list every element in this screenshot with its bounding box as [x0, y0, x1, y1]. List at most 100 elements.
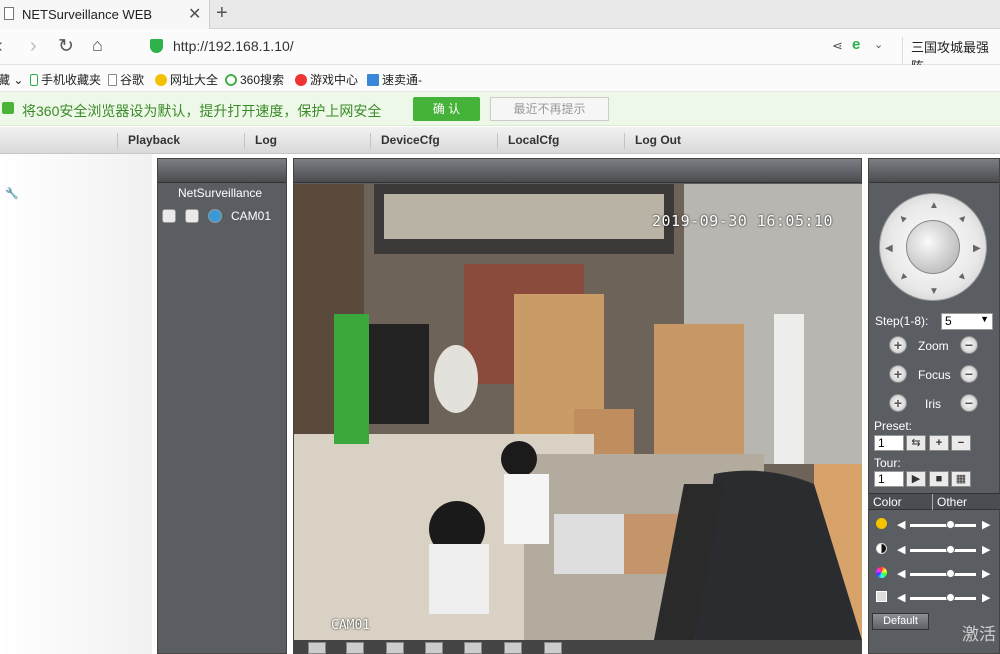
confirm-button[interactable]: 确 认: [413, 97, 480, 121]
tab-divider: [932, 494, 933, 510]
ptz-center-button[interactable]: [906, 220, 960, 274]
brightness-knob[interactable]: [945, 520, 955, 529]
panel-header: [294, 159, 861, 183]
saturation-decrease-icon[interactable]: ◀: [897, 567, 905, 580]
device-tree-root[interactable]: NetSurveillance: [178, 186, 262, 200]
toolbar-button[interactable]: [308, 642, 326, 654]
brightness-decrease-icon[interactable]: ◀: [897, 518, 905, 531]
saturation-increase-icon[interactable]: ▶: [982, 567, 990, 580]
panel-header: [158, 159, 286, 183]
back-icon[interactable]: ‹: [0, 35, 3, 58]
toolbar-button[interactable]: [544, 642, 562, 654]
preset-input[interactable]: 1: [874, 435, 904, 451]
chevron-down-icon: ▼: [980, 314, 989, 324]
bookmark-item[interactable]: 谷歌: [108, 71, 144, 88]
zoom-in-button[interactable]: +: [889, 336, 907, 354]
toolbar-button[interactable]: [504, 642, 522, 654]
default-button[interactable]: Default: [872, 613, 929, 630]
hue-slider[interactable]: [910, 597, 976, 600]
iris-open-button[interactable]: +: [889, 394, 907, 412]
tour-grid-icon[interactable]: ▦: [951, 471, 971, 487]
bookmark-item[interactable]: 网址大全: [155, 71, 218, 88]
device-tree-panel: [157, 158, 287, 654]
app-menu-bar: Playback Log DeviceCfg LocalCfg Log Out: [0, 127, 1000, 154]
chevron-down-icon[interactable]: ⌄: [874, 38, 883, 51]
contrast-decrease-icon[interactable]: ◀: [897, 543, 905, 556]
stop-record-icon[interactable]: [162, 209, 176, 223]
ptz-left-icon[interactable]: ◀: [885, 243, 893, 254]
ptz-down-icon[interactable]: ▼: [929, 286, 939, 297]
menu-playback[interactable]: Playback: [117, 133, 180, 149]
brightness-icon: [876, 518, 887, 529]
hue-increase-icon[interactable]: ▶: [982, 591, 990, 604]
address-bar: ‹ › ↻ ⌂ http://192.168.1.10/ ⋖ e ⌄ 三国攻城最…: [0, 29, 1000, 75]
toolbar-button[interactable]: [464, 642, 482, 654]
share-icon[interactable]: ⋖: [832, 38, 843, 54]
zoom-label: Zoom: [918, 339, 949, 353]
focus-near-button[interactable]: +: [889, 365, 907, 383]
toolbar-button[interactable]: [386, 642, 404, 654]
contrast-increase-icon[interactable]: ▶: [982, 543, 990, 556]
page-icon: [4, 7, 14, 20]
tab-other[interactable]: Other: [937, 495, 967, 509]
saturation-slider[interactable]: [910, 573, 976, 576]
left-margin: [0, 154, 152, 654]
panel-header: [869, 159, 999, 183]
ptz-right-icon[interactable]: ▶: [973, 243, 981, 254]
bookmark-item[interactable]: 游戏中心: [295, 71, 358, 88]
tab-color[interactable]: Color: [873, 495, 902, 509]
bookmark-item[interactable]: 360搜索: [225, 71, 284, 88]
url-input[interactable]: http://192.168.1.10/: [173, 38, 294, 54]
bookmarks-bar: 藏 ⌄ 手机收藏夹 谷歌 网址大全 360搜索 游戏中心 速卖通-: [0, 65, 1000, 92]
globe-icon: [155, 74, 167, 86]
tab-title: NETSurveillance WEB: [22, 7, 153, 22]
activation-watermark: 激活: [962, 625, 996, 644]
menu-devicecfg[interactable]: DeviceCfg: [370, 133, 440, 149]
hue-knob[interactable]: [945, 593, 955, 602]
focus-far-button[interactable]: −: [960, 365, 978, 383]
preset-goto-icon[interactable]: ⇆: [906, 435, 926, 451]
tour-input[interactable]: 1: [874, 471, 904, 487]
dont-remind-button[interactable]: 最近不再提示: [490, 97, 609, 121]
security-shield-icon: [150, 39, 163, 53]
bookmark-item[interactable]: 藏 ⌄: [0, 71, 23, 88]
zoom-out-button[interactable]: −: [960, 336, 978, 354]
browser-tab[interactable]: NETSurveillance WEB ✕: [0, 0, 210, 29]
camera-item[interactable]: CAM01: [231, 209, 271, 223]
step-select[interactable]: 5 ▼: [941, 313, 993, 330]
preset-add-icon[interactable]: +: [929, 435, 949, 451]
bookmark-item[interactable]: 手机收藏夹: [30, 71, 101, 88]
brightness-increase-icon[interactable]: ▶: [982, 518, 990, 531]
wrench-icon: 🔧: [5, 188, 19, 200]
tour-play-icon[interactable]: ▶: [906, 471, 926, 487]
toolbar-button[interactable]: [425, 642, 443, 654]
video-feed[interactable]: 2019-09-30 16:05:10 CAM01: [294, 184, 862, 640]
forward-icon[interactable]: ›: [30, 35, 37, 58]
brightness-slider[interactable]: [910, 524, 976, 527]
bookmark-item[interactable]: 速卖通-: [367, 71, 422, 88]
engine-icon[interactable]: e: [852, 36, 860, 53]
contrast-slider[interactable]: [910, 549, 976, 552]
menu-localcfg[interactable]: LocalCfg: [497, 133, 559, 149]
warehouse-scene: [294, 184, 862, 640]
iris-close-button[interactable]: −: [960, 394, 978, 412]
phone-icon: [30, 74, 38, 86]
ptz-up-icon[interactable]: ▲: [929, 200, 939, 211]
menu-log[interactable]: Log: [244, 133, 277, 149]
home-icon[interactable]: ⌂: [92, 35, 103, 56]
saturation-knob[interactable]: [945, 569, 955, 578]
reload-icon[interactable]: ↻: [58, 35, 74, 58]
close-tab-icon[interactable]: ✕: [188, 4, 201, 24]
camera-status-icon[interactable]: [208, 209, 222, 223]
tour-stop-icon[interactable]: ■: [929, 471, 949, 487]
new-tab-button[interactable]: +: [216, 2, 228, 25]
hue-decrease-icon[interactable]: ◀: [897, 591, 905, 604]
menu-logout[interactable]: Log Out: [624, 133, 681, 149]
preset-remove-icon[interactable]: −: [951, 435, 971, 451]
toolbar-button[interactable]: [346, 642, 364, 654]
iris-label: Iris: [925, 397, 941, 411]
focus-label: Focus: [918, 368, 951, 382]
aliexpress-icon: [367, 74, 379, 86]
contrast-knob[interactable]: [945, 545, 955, 554]
play-icon[interactable]: [185, 209, 199, 223]
